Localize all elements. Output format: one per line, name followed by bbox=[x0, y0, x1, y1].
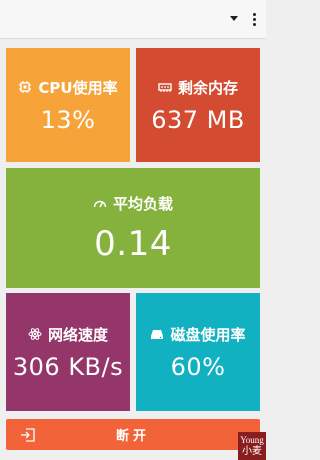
network-speed-label: 网络速度 bbox=[47, 325, 108, 344]
load-average-header: 平均负载 bbox=[93, 193, 173, 214]
cpu-usage-value: 13% bbox=[40, 105, 96, 134]
load-average-tile[interactable]: 平均负载 0.14 bbox=[6, 168, 260, 288]
disk-usage-tile[interactable]: 磁盘使用率 60% bbox=[136, 293, 260, 411]
network-speed-tile[interactable]: 网络速度 306 KB/s bbox=[6, 293, 130, 411]
disconnect-button[interactable]: 断开 bbox=[6, 419, 260, 450]
watermark-line2: 小麦 bbox=[242, 446, 262, 457]
network-speed-header: 网络速度 bbox=[28, 324, 108, 345]
more-vert-icon[interactable] bbox=[253, 13, 256, 27]
caret-down-icon[interactable] bbox=[230, 16, 238, 21]
disk-usage-header: 磁盘使用率 bbox=[150, 324, 246, 345]
disk-usage-value: 60% bbox=[170, 352, 226, 381]
network-speed-value: 306 KB/s bbox=[12, 352, 124, 381]
free-memory-header: 剩余内存 bbox=[158, 77, 238, 98]
gauge-icon bbox=[93, 196, 107, 210]
free-memory-tile[interactable]: 剩余内存 637 MB bbox=[136, 48, 260, 162]
cpu-usage-label: CPU使用率 bbox=[38, 78, 118, 97]
free-memory-value: 637 MB bbox=[151, 105, 245, 134]
cpu-usage-tile[interactable]: CPU使用率 13% bbox=[6, 48, 130, 162]
watermark-logo: Young 小麦 bbox=[238, 432, 266, 460]
atom-icon bbox=[28, 327, 42, 341]
cpu-chip-icon bbox=[18, 80, 32, 94]
disconnect-label: 断开 bbox=[115, 429, 150, 444]
disk-usage-label: 磁盘使用率 bbox=[170, 325, 246, 344]
app-toolbar bbox=[0, 0, 266, 39]
cpu-usage-header: CPU使用率 bbox=[18, 77, 118, 98]
load-average-value: 0.14 bbox=[94, 223, 172, 264]
exit-icon bbox=[20, 427, 36, 443]
load-average-label: 平均负载 bbox=[112, 194, 173, 213]
disk-icon bbox=[150, 327, 164, 341]
watermark-line1: Young bbox=[240, 435, 264, 445]
free-memory-label: 剩余内存 bbox=[177, 78, 238, 97]
memory-icon bbox=[158, 80, 172, 94]
